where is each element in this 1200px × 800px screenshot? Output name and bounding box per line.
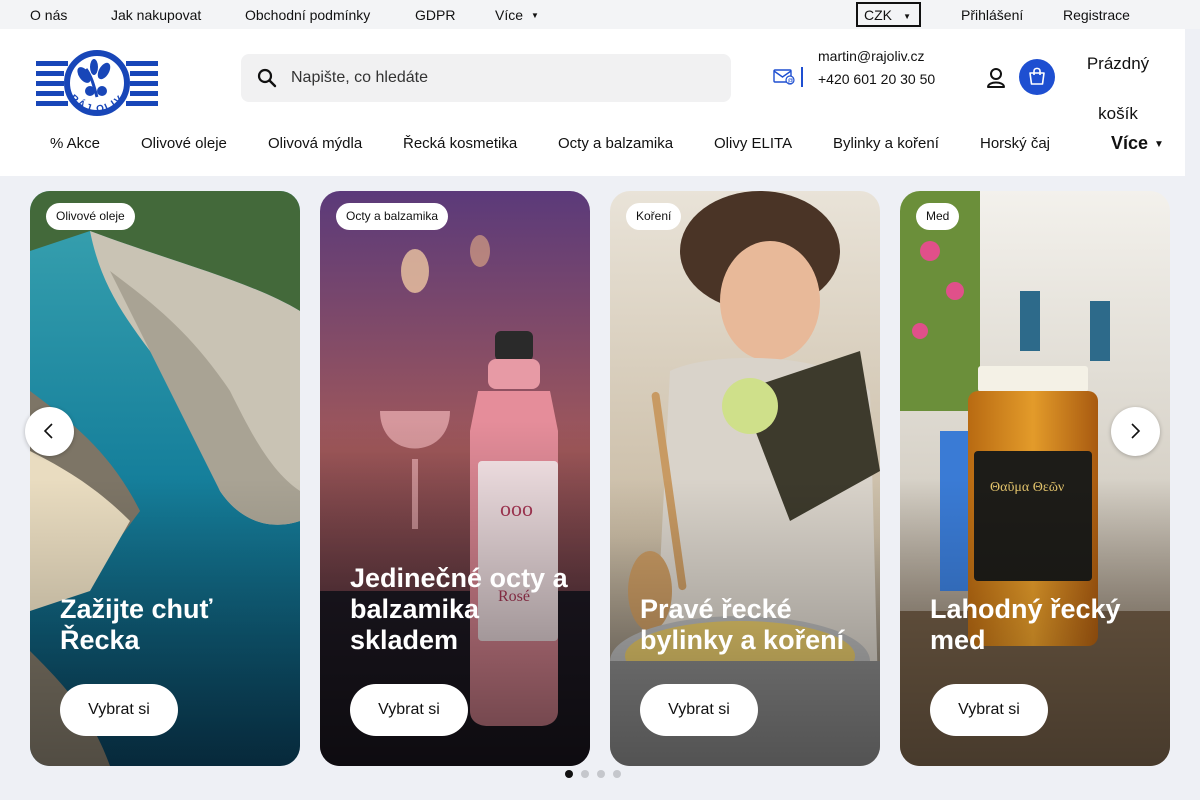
- chevron-down-icon: ▼: [903, 12, 911, 21]
- link-jak-nakupovat[interactable]: Jak nakupovat: [111, 7, 201, 23]
- cart-button[interactable]: [1019, 59, 1055, 95]
- logo-emblem-icon: RÁJ OLIV: [36, 50, 158, 116]
- currency-select[interactable]: CZK ▼: [856, 2, 921, 27]
- svg-text:@: @: [788, 79, 794, 85]
- site-logo[interactable]: RÁJ OLIV: [34, 47, 160, 119]
- carousel-dot[interactable]: [597, 770, 605, 778]
- nav-more-menu[interactable]: Více ▼: [1111, 133, 1164, 154]
- cart-icon: [1029, 67, 1045, 85]
- user-icon[interactable]: [985, 67, 1007, 89]
- chevron-right-icon: [1131, 423, 1141, 439]
- card-image-vinegar-bottle: ooo Rosé: [320, 191, 590, 766]
- nav-octy-a-balzamika[interactable]: Octy a balzamika: [558, 135, 673, 152]
- topbar-more-menu[interactable]: Více ▼: [495, 7, 539, 23]
- carousel-dot[interactable]: [581, 770, 589, 778]
- chevron-left-icon: [43, 423, 53, 439]
- carousel-next-button[interactable]: [1111, 407, 1160, 456]
- choose-button[interactable]: Vybrat si: [350, 684, 468, 736]
- cart-status[interactable]: Prázdný košík: [1080, 39, 1156, 139]
- search-icon[interactable]: [257, 68, 277, 88]
- currency-value: CZK: [864, 7, 892, 23]
- card-image-honey-jar: Θαῦμα Θεῶν: [900, 191, 1170, 766]
- search-input[interactable]: [291, 66, 711, 90]
- choose-button[interactable]: Vybrat si: [60, 684, 178, 736]
- nav-olivy-elita[interactable]: Olivy ELITA: [714, 135, 792, 152]
- promo-card-olive-oils[interactable]: Olivové oleje Zažijte chuť Řecka Vybrat …: [30, 191, 300, 766]
- contact-separator: [801, 67, 803, 87]
- carousel-prev-button[interactable]: [25, 407, 74, 456]
- slide-headline: Jedinečné octy a balzamika skladem: [350, 563, 568, 655]
- slide-headline: Pravé řecké bylinky a koření: [640, 594, 845, 655]
- slide-headline: Lahodný řecký med: [930, 594, 1121, 655]
- nav-olivova-mydla[interactable]: Olivová mýdla: [268, 135, 362, 152]
- search-bar: [241, 54, 731, 102]
- login-link[interactable]: Přihlášení: [961, 7, 1023, 23]
- category-tag: Octy a balzamika: [336, 203, 449, 230]
- category-tag: Med: [916, 203, 960, 230]
- mail-icon: @: [773, 69, 795, 85]
- topbar-more-label: Více: [495, 7, 524, 23]
- carousel-dot[interactable]: [565, 770, 573, 778]
- nav-horsky-caj[interactable]: Horský čaj: [980, 135, 1050, 152]
- category-tag: Koření: [626, 203, 682, 230]
- nav-recka-kosmetika[interactable]: Řecká kosmetika: [403, 135, 517, 152]
- register-link[interactable]: Registrace: [1063, 7, 1130, 23]
- slide-headline: Zažijte chuť Řecka: [60, 594, 213, 655]
- link-obchodni-podminky[interactable]: Obchodní podmínky: [245, 7, 370, 23]
- nav-akce[interactable]: % Akce: [50, 135, 100, 152]
- choose-button[interactable]: Vybrat si: [640, 684, 758, 736]
- promo-card-honey[interactable]: Θαῦμα Θεῶν Med Lahodný řecký med Vybrat …: [900, 191, 1170, 766]
- contact-info: martin@rajoliv.cz +420 601 20 30 50: [818, 45, 936, 90]
- site-header: RÁJ OLIV @ martin@rajoliv.cz +420 601 20…: [0, 29, 1185, 176]
- link-o-nas[interactable]: O nás: [30, 7, 67, 23]
- carousel-dot[interactable]: [613, 770, 621, 778]
- category-tag: Olivové oleje: [46, 203, 135, 230]
- card-image-cooking-herbs: [610, 191, 880, 766]
- link-gdpr[interactable]: GDPR: [415, 7, 455, 23]
- top-utility-bar: O nás Jak nakupovat Obchodní podmínky GD…: [0, 0, 1200, 29]
- choose-button[interactable]: Vybrat si: [930, 684, 1048, 736]
- nav-more-label: Více: [1111, 133, 1149, 153]
- card-image-coast: [30, 191, 300, 766]
- nav-olivove-oleje[interactable]: Olivové oleje: [141, 135, 227, 152]
- contact-email[interactable]: martin@rajoliv.cz: [818, 45, 936, 68]
- nav-bylinky-a-koreni[interactable]: Bylinky a koření: [833, 135, 939, 152]
- chevron-down-icon: ▼: [531, 11, 539, 20]
- contact-phone[interactable]: +420 601 20 30 50: [818, 68, 936, 91]
- promo-card-vinegars[interactable]: ooo Rosé Octy a balzamika Jedinečné octy…: [320, 191, 590, 766]
- chevron-down-icon: ▼: [1154, 139, 1164, 150]
- promo-card-herbs[interactable]: Koření Pravé řecké bylinky a koření Vybr…: [610, 191, 880, 766]
